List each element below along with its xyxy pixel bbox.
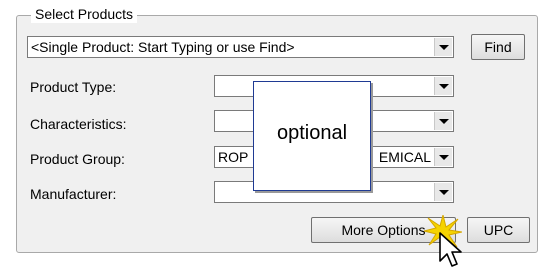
find-button[interactable]: Find <box>471 34 525 60</box>
chevron-down-icon[interactable] <box>434 112 452 130</box>
manufacturer-label: Manufacturer: <box>30 186 117 202</box>
mouse-pointer-icon <box>439 232 462 267</box>
optional-tooltip: optional <box>253 81 371 191</box>
tooltip-text: optional <box>276 122 348 144</box>
group-title: Select Products <box>31 5 138 23</box>
chevron-down-icon[interactable] <box>434 148 452 166</box>
product-type-label: Product Type: <box>30 79 117 95</box>
chevron-down-icon[interactable] <box>434 77 452 95</box>
upc-button[interactable]: UPC <box>467 217 530 243</box>
chevron-down-icon[interactable] <box>434 183 452 201</box>
product-group-value-left: ROP <box>218 149 249 165</box>
single-product-value: <Single Product: Start Typing or use Fin… <box>31 39 295 55</box>
product-group-value-right: EMICAL <box>378 149 431 165</box>
product-group-label: Product Group: <box>30 151 125 167</box>
characteristics-label: Characteristics: <box>30 116 127 132</box>
chevron-down-icon[interactable] <box>434 38 452 56</box>
single-product-combo[interactable]: <Single Product: Start Typing or use Fin… <box>27 36 454 58</box>
